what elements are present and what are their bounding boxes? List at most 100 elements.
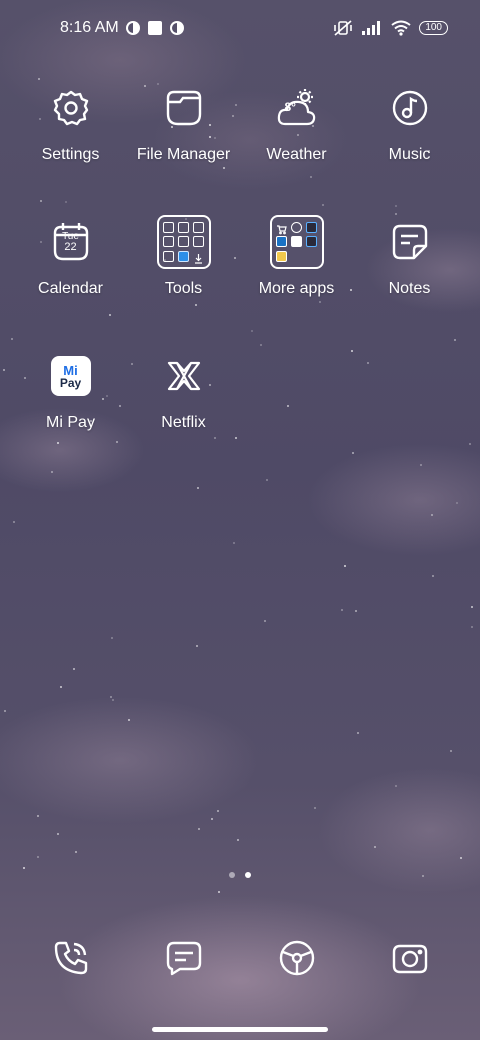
app-music[interactable]: Music [353,80,466,188]
browser-icon[interactable] [269,930,325,986]
mi-pay-logo-mi: Mi [63,362,78,378]
app-label: Music [388,146,431,163]
mini-app-icon [276,236,288,248]
star [395,785,397,787]
calendar-date: 22 [64,241,77,253]
mini-app-icon [305,221,317,233]
star [23,867,25,869]
app-calendar[interactable]: Tue 22 Calendar [14,214,127,322]
app-label: Weather [266,146,327,163]
star [344,565,346,567]
mini-app-icon [177,236,189,248]
star [233,542,235,544]
notes-icon [382,214,438,270]
vibrate-off-icon [334,20,353,36]
app-mi-pay[interactable]: Mi Pay Mi Pay [14,348,127,456]
mini-app-icon [177,221,189,233]
wifi-icon [391,20,411,36]
star [75,851,77,853]
star [13,521,15,523]
page-dot-active[interactable] [245,872,251,878]
star [314,807,316,809]
app-notes[interactable]: Notes [353,214,466,322]
star [128,719,130,721]
mini-app-icon [193,251,204,264]
star [355,610,357,612]
star [198,828,200,830]
app-label: Tools [164,280,203,297]
star [111,637,113,639]
star [460,857,462,859]
star [37,856,39,858]
star [420,464,422,466]
star [60,686,62,688]
gear-icon [43,80,99,136]
star [57,833,59,835]
app-file-manager[interactable]: File Manager [127,80,240,188]
star [217,810,219,812]
mini-app-icon [163,236,175,248]
mini-app-icon [291,251,302,262]
star [264,620,266,622]
mini-app-icon [276,222,288,235]
star [471,626,473,628]
home-indicator-bar[interactable] [152,1027,328,1032]
page-dot[interactable] [229,872,235,878]
calendar-icon: Tue 22 [43,214,99,270]
status-bar: 8:16 AM 100 [0,0,480,56]
star [218,891,220,893]
star [237,839,239,841]
mini-app-icon [290,236,302,248]
mini-app-icon [177,251,189,263]
star [450,750,452,752]
signal-icon [362,21,381,35]
app-label: Calendar [38,280,103,297]
star [196,645,198,647]
square-notification-icon [147,21,162,35]
app-notification-icon [169,21,184,35]
netflix-icon [156,348,212,404]
mini-app-icon [192,221,204,233]
mini-app-icon [163,221,175,233]
camera-icon[interactable] [382,930,438,986]
app-weather[interactable]: 8° Weather [240,80,353,188]
app-label: File Manager [136,146,231,163]
mini-app-icon [163,251,175,263]
app-notification-icon [125,21,140,35]
star [112,699,114,701]
folder-grid-icon [156,214,212,270]
mini-app-icon [192,236,204,248]
app-label: Settings [41,146,100,163]
star [374,846,376,848]
app-grid: Settings File Manager 8° Weather Music T… [14,80,466,456]
folder-tools[interactable]: Tools [127,214,240,322]
star [3,369,5,371]
app-settings[interactable]: Settings [14,80,127,188]
star [432,575,434,577]
star [11,338,13,340]
music-note-icon [382,80,438,136]
app-label: Mi Pay [46,414,95,431]
folder-icon [156,80,212,136]
mini-app-icon [276,251,288,263]
mi-pay-logo-pay: Pay [59,375,82,390]
star [211,818,213,820]
star [357,732,359,734]
star [469,443,471,445]
app-label: More apps [258,280,335,297]
mini-app-icon [290,221,302,233]
star [456,502,458,504]
star [37,815,39,817]
app-netflix[interactable]: Netflix [127,348,240,456]
page-indicator [0,872,480,878]
folder-more-apps[interactable]: More apps [240,214,353,322]
star [51,471,53,473]
message-icon[interactable] [156,930,212,986]
star [341,609,343,611]
dock [14,930,466,986]
battery-indicator: 100 [419,21,448,35]
star [73,668,75,670]
weather-temp: 8° [284,100,296,114]
phone-icon[interactable] [43,930,99,986]
mini-app-icon [306,251,317,262]
